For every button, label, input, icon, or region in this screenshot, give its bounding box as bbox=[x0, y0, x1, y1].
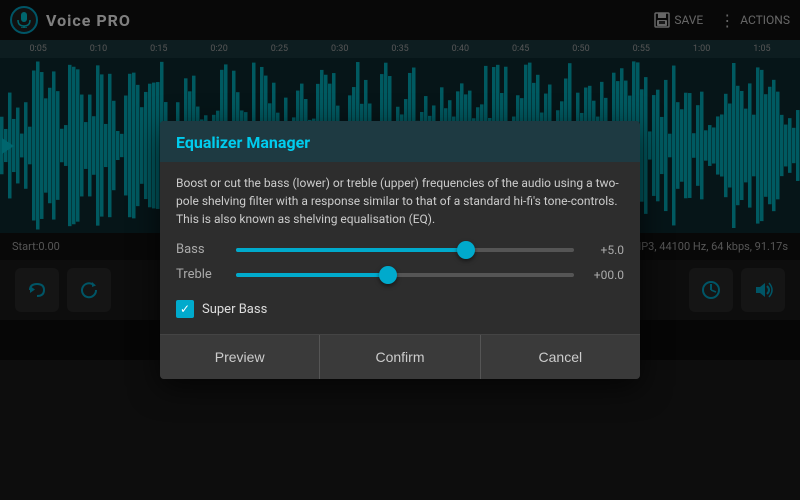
cancel-button[interactable]: Cancel bbox=[481, 335, 640, 379]
dialog-body: Boost or cut the bass (lower) or treble … bbox=[160, 162, 640, 334]
bass-label: Bass bbox=[176, 242, 226, 257]
bass-slider-row: Bass +5.0 bbox=[176, 242, 624, 257]
dialog-overlay: Equalizer Manager Boost or cut the bass … bbox=[0, 0, 800, 500]
treble-value: +00.0 bbox=[584, 268, 624, 282]
dialog-header: Equalizer Manager bbox=[160, 121, 640, 162]
dialog-footer: Preview Confirm Cancel bbox=[160, 334, 640, 379]
bass-slider[interactable] bbox=[236, 248, 574, 252]
super-bass-checkbox[interactable]: ✓ bbox=[176, 300, 194, 318]
treble-slider[interactable] bbox=[236, 273, 574, 277]
super-bass-label: Super Bass bbox=[202, 302, 267, 317]
equalizer-dialog: Equalizer Manager Boost or cut the bass … bbox=[160, 121, 640, 379]
treble-slider-row: Treble +00.0 bbox=[176, 267, 624, 282]
preview-button[interactable]: Preview bbox=[160, 335, 320, 379]
bass-value: +5.0 bbox=[584, 243, 624, 257]
dialog-description: Boost or cut the bass (lower) or treble … bbox=[176, 174, 624, 228]
dialog-title: Equalizer Manager bbox=[176, 133, 624, 152]
confirm-button[interactable]: Confirm bbox=[320, 335, 480, 379]
super-bass-row: ✓ Super Bass bbox=[176, 292, 624, 326]
treble-label: Treble bbox=[176, 267, 226, 282]
